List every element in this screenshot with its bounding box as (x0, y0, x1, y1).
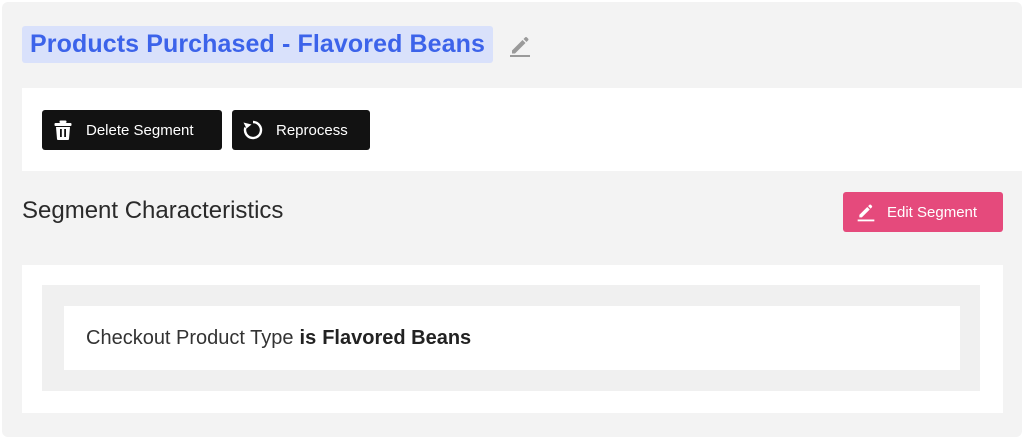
pencil-icon (510, 36, 531, 57)
rule-item: Checkout Product Type is Flavored Beans (64, 306, 960, 370)
rule-value: Flavored Beans (322, 326, 472, 349)
reprocess-button[interactable]: Reprocess (232, 110, 370, 150)
rule-operator: is (299, 326, 317, 349)
delete-segment-label: Delete Segment (86, 121, 194, 139)
rule-group: Checkout Product Type is Flavored Beans (42, 285, 980, 391)
pencil-icon (855, 201, 877, 223)
trash-icon (52, 119, 74, 141)
rule-field: Checkout Product Type (86, 326, 294, 349)
edit-segment-label: Edit Segment (887, 203, 978, 221)
section-heading: Segment Characteristics (22, 197, 284, 224)
characteristics-card: Checkout Product Type is Flavored Beans (22, 265, 1003, 413)
delete-segment-button[interactable]: Delete Segment (42, 110, 222, 150)
page-title: Products Purchased - Flavored Beans (22, 26, 494, 63)
refresh-icon (242, 119, 264, 141)
actions-bar: Delete Segment Reprocess (22, 88, 1024, 171)
title-row: Products Purchased - Flavored Beans (22, 26, 533, 63)
edit-title-button[interactable] (507, 32, 533, 58)
segment-page: Products Purchased - Flavored Beans Dele… (2, 2, 1024, 437)
edit-segment-button[interactable]: Edit Segment (843, 192, 1003, 232)
reprocess-label: Reprocess (276, 121, 348, 139)
